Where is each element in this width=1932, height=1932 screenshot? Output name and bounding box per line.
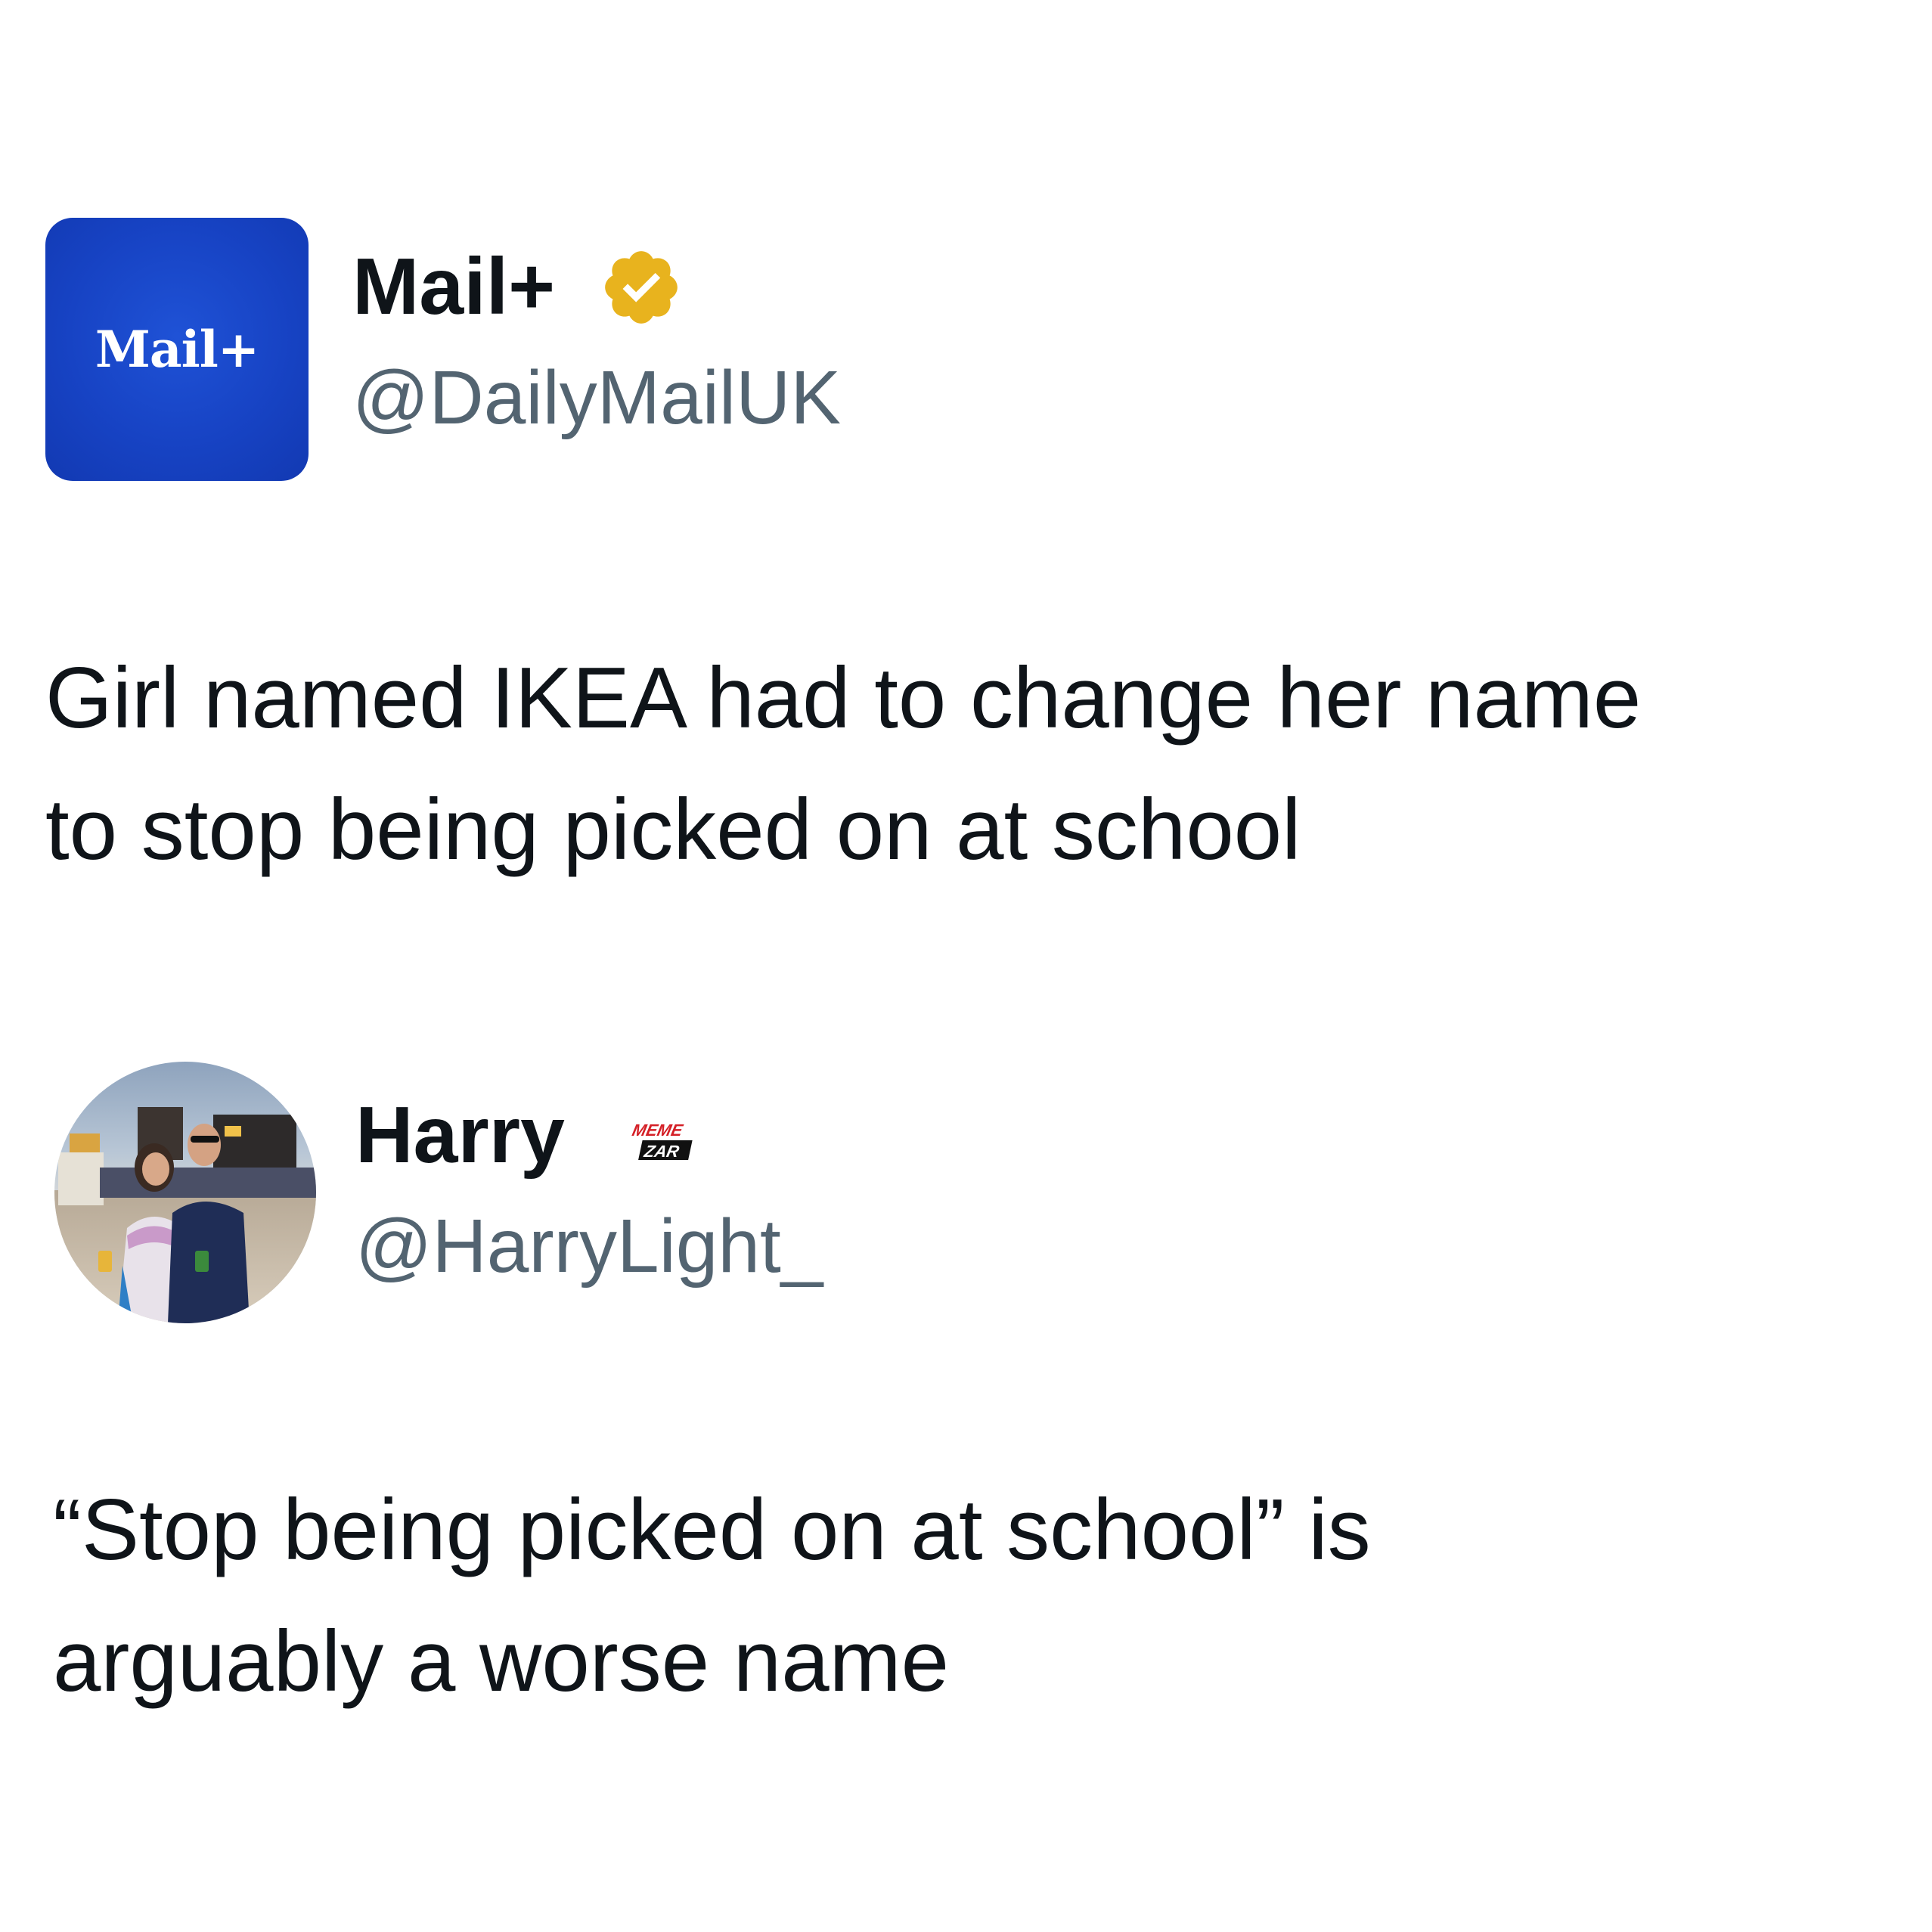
avatar[interactable]: Mail+	[45, 218, 309, 481]
avatar-logo-text: Mail+	[95, 320, 259, 379]
verified-badge-icon	[605, 251, 678, 324]
watermark-text-1: MEME	[631, 1121, 685, 1140]
display-name[interactable]: Mail+	[352, 247, 555, 327]
post-text-line-2: to stop being picked on at school	[45, 782, 1301, 878]
avatar-photo-image	[54, 1062, 316, 1323]
watermark-text-2: ZAR	[642, 1142, 681, 1161]
handle[interactable]: @HarryLight_	[355, 1208, 823, 1284]
display-name[interactable]: Harry	[355, 1095, 565, 1175]
post-text-line-1: Girl named IKEA had to change her name	[45, 650, 1642, 746]
watermark-logo: MEME ZAR	[625, 1118, 705, 1166]
post-text-line-2: arguably a worse name	[53, 1614, 949, 1710]
post-text-line-1: “Stop being picked on at school” is	[53, 1482, 1371, 1578]
avatar[interactable]	[54, 1062, 316, 1323]
handle[interactable]: @DailyMailUK	[352, 360, 841, 436]
